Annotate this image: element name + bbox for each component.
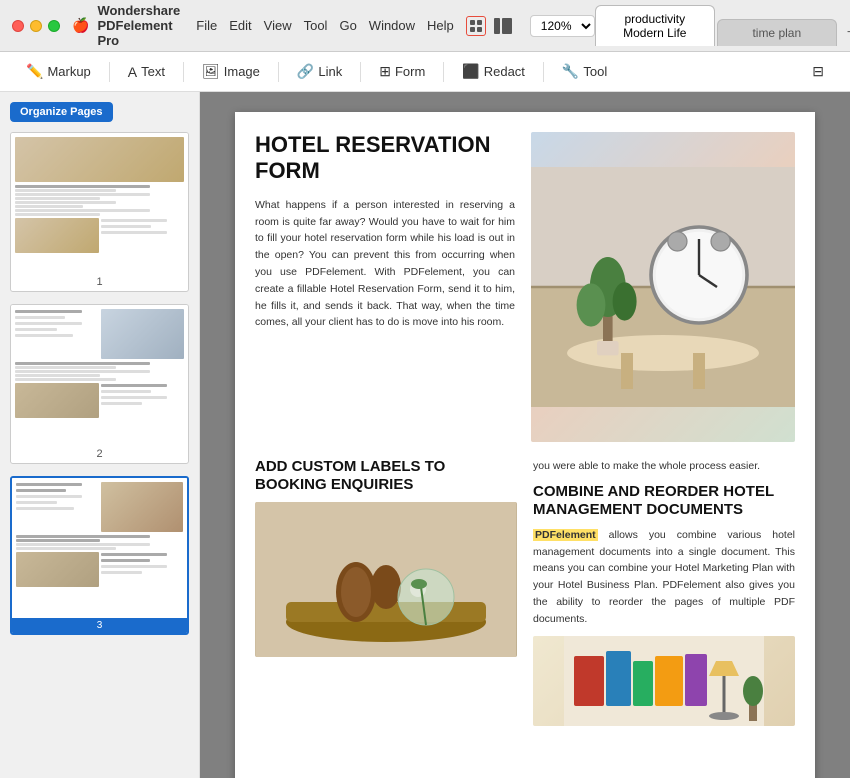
redact-icon: ⬛ xyxy=(462,63,479,80)
page-thumb-1[interactable]: 1 xyxy=(10,132,189,292)
pdf-img-right xyxy=(531,132,795,442)
sidebar-pages: 1 xyxy=(0,92,199,645)
pdf-continuation-text: you were able to make the whole process … xyxy=(533,458,795,475)
panel-toggle-button[interactable]: ⊟ xyxy=(802,59,834,84)
pdf-page: HOTEL RESERVATION FORM What happens if a… xyxy=(235,112,815,778)
pdf-middle-section: ADD CUSTOM LABELS TO BOOKING ENQUIRIES xyxy=(255,458,795,726)
toolbar-icons: 120% 100% 150% xyxy=(466,15,595,37)
pdf-section3-title: COMBINE AND REORDER HOTEL MANAGEMENT DOC… xyxy=(533,483,795,519)
pdf-main-title: HOTEL RESERVATION FORM xyxy=(255,132,515,185)
toolbar: ✏️ Markup A Text 🖼 Image 🔗 Link ⊞ Form ⬛… xyxy=(0,52,850,92)
section2-image xyxy=(255,502,517,657)
text-button[interactable]: A Text xyxy=(118,60,175,84)
pdf-text-left: HOTEL RESERVATION FORM What happens if a… xyxy=(255,132,515,442)
pdf-main-body: What happens if a person interested in r… xyxy=(255,197,515,331)
link-icon: 🔗 xyxy=(297,63,314,80)
link-button[interactable]: 🔗 Link xyxy=(287,59,352,84)
pdf-col-right: you were able to make the whole process … xyxy=(533,458,795,726)
menu-tool[interactable]: Tool xyxy=(304,18,328,33)
window-controls xyxy=(0,20,72,32)
text-icon: A xyxy=(128,64,137,80)
toolbar-divider-1 xyxy=(109,62,110,82)
panel-toggle-icon: ⊟ xyxy=(812,63,824,80)
redact-button[interactable]: ⬛ Redact xyxy=(452,59,535,84)
page-thumb-2-content xyxy=(11,305,188,445)
markup-icon: ✏️ xyxy=(26,63,43,80)
maximize-button[interactable] xyxy=(48,20,60,32)
panel-view-icon[interactable] xyxy=(494,16,514,36)
section3-image xyxy=(533,636,795,726)
menu-help[interactable]: Help xyxy=(427,18,454,33)
sidebar: Organize Pages xyxy=(0,92,200,778)
toolbar-divider-5 xyxy=(443,62,444,82)
pdf-section3-body: PDFelement allows you combine various ho… xyxy=(533,527,795,628)
tool-icon: 🔧 xyxy=(562,63,579,80)
pdf-section3-body-text: allows you combine various hotel managem… xyxy=(533,529,795,625)
titlebar: 🍎 Wondershare PDFelement Pro File Edit V… xyxy=(0,0,850,52)
tabs-area: productivity Modern Life time plan + xyxy=(595,5,850,46)
toolbar-divider-3 xyxy=(278,62,279,82)
toolbar-divider-6 xyxy=(543,62,544,82)
tab-productivity[interactable]: productivity Modern Life xyxy=(595,5,715,46)
toolbar-divider-4 xyxy=(360,62,361,82)
main-area: Organize Pages xyxy=(0,92,850,778)
grid-view-icon[interactable] xyxy=(466,16,486,36)
image-button[interactable]: 🖼 Image xyxy=(192,59,270,84)
toolbar-divider-2 xyxy=(183,62,184,82)
menu-file[interactable]: File xyxy=(196,18,217,33)
hotel-room-image xyxy=(531,132,795,442)
menu-go[interactable]: Go xyxy=(339,18,356,33)
menu-edit[interactable]: Edit xyxy=(229,18,251,33)
markup-button[interactable]: ✏️ Markup xyxy=(16,59,101,84)
form-icon: ⊞ xyxy=(379,63,391,80)
form-button[interactable]: ⊞ Form xyxy=(369,59,435,84)
pdf-top-section: HOTEL RESERVATION FORM What happens if a… xyxy=(255,132,795,442)
organize-pages-label: Organize Pages xyxy=(10,102,113,122)
pdf-section2-title: ADD CUSTOM LABELS TO BOOKING ENQUIRIES xyxy=(255,458,517,494)
tool-button[interactable]: 🔧 Tool xyxy=(552,59,617,84)
tab-timeplan[interactable]: time plan xyxy=(717,19,837,46)
apple-menu-icon[interactable]: 🍎 xyxy=(72,17,89,34)
page-num-2: 2 xyxy=(11,445,188,463)
close-button[interactable] xyxy=(12,20,24,32)
pdf-col-left: ADD CUSTOM LABELS TO BOOKING ENQUIRIES xyxy=(255,458,517,726)
page-thumb-1-content xyxy=(11,133,188,273)
page-thumb-3-content xyxy=(12,478,187,618)
page-thumb-3[interactable]: 3 xyxy=(10,476,189,635)
menu-bar: File Edit View Tool Go Window Help xyxy=(196,18,454,33)
page-num-1: 1 xyxy=(11,273,188,291)
page-thumb-2[interactable]: 2 xyxy=(10,304,189,464)
image-icon: 🖼 xyxy=(202,63,220,80)
app-name: Wondershare PDFelement Pro xyxy=(97,3,180,48)
minimize-button[interactable] xyxy=(30,20,42,32)
zoom-selector[interactable]: 120% 100% 150% xyxy=(530,15,595,37)
menu-window[interactable]: Window xyxy=(369,18,415,33)
tab-add-button[interactable]: + xyxy=(839,20,850,46)
menu-view[interactable]: View xyxy=(264,18,292,33)
page-num-3: 3 xyxy=(12,618,187,633)
pdf-highlight-word: PDFelement xyxy=(533,529,598,541)
pdf-viewer[interactable]: HOTEL RESERVATION FORM What happens if a… xyxy=(200,92,850,778)
